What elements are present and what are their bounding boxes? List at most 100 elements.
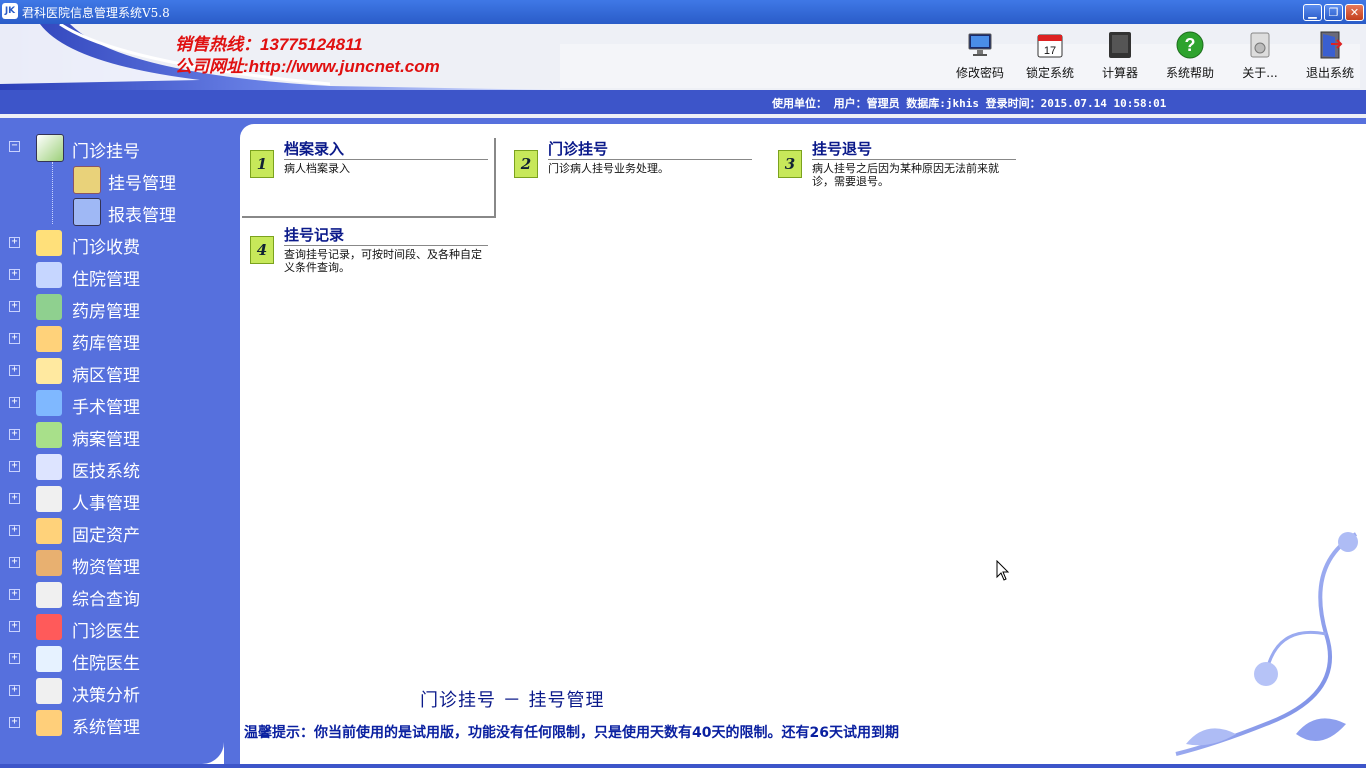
card-title: 门诊挂号: [548, 140, 752, 160]
function-card-cancel-registration[interactable]: 3 挂号退号 病人挂号之后因为某种原因无法前来就诊，需要退号。: [770, 138, 1050, 208]
expand-toggle[interactable]: +: [9, 621, 20, 632]
tree-node-label: 药房管理: [72, 302, 140, 322]
personnel-icon: [36, 486, 62, 512]
tree-node-label: 药库管理: [72, 334, 140, 354]
tree-node-registration-management[interactable]: 挂号管理: [0, 164, 224, 196]
bottom-border: [0, 764, 1366, 768]
expand-toggle[interactable]: +: [9, 717, 20, 728]
sales-hotline: 销售热线：13775124811 公司网址:http://www.juncnet…: [175, 34, 440, 78]
tree-node-label: 医技系统: [72, 462, 140, 482]
expand-toggle[interactable]: +: [9, 397, 20, 408]
calculator-button[interactable]: 计算器: [1085, 30, 1155, 81]
tree-node-outpatient-billing[interactable]: + 门诊收费: [0, 228, 224, 260]
mouse-cursor-icon: [996, 560, 1010, 581]
card-title: 档案录入: [284, 140, 488, 160]
hospital-icon: [36, 262, 62, 288]
tree-node-label: 挂号管理: [108, 174, 176, 194]
tree-node-label: 综合查询: [72, 590, 140, 610]
tree-node-ward[interactable]: + 病区管理: [0, 356, 224, 388]
card-number: 3: [778, 150, 802, 178]
svg-text:?: ?: [1185, 35, 1196, 55]
tree-node-materials[interactable]: + 物资管理: [0, 548, 224, 580]
tree-node-label: 住院医生: [72, 654, 140, 674]
function-card-registration-records[interactable]: 4 挂号记录 查询挂号记录，可按时间段、及各种自定义条件查询。: [242, 224, 502, 294]
tree-node-label: 物资管理: [72, 558, 140, 578]
tree-node-label: 住院管理: [72, 270, 140, 290]
pharmacy-icon: [36, 294, 62, 320]
card-title: 挂号退号: [812, 140, 1016, 160]
expand-toggle[interactable]: +: [9, 237, 20, 248]
close-button[interactable]: ✕: [1345, 4, 1364, 21]
expand-toggle[interactable]: +: [9, 557, 20, 568]
tree-node-inpatient-doctor[interactable]: + 住院医生: [0, 644, 224, 676]
tree-node-label: 门诊挂号: [72, 142, 140, 162]
change-password-button[interactable]: 修改密码: [945, 30, 1015, 81]
tree-node-outpatient-registration[interactable]: − 门诊挂号: [0, 132, 224, 164]
sidebar: − 门诊挂号 挂号管理 报表管理 + 门诊收费 + 住院管理 + 药房管理 + …: [0, 118, 232, 764]
tree-node-personnel[interactable]: + 人事管理: [0, 484, 224, 516]
help-icon: ?: [1176, 31, 1204, 59]
warehouse-icon: [36, 326, 62, 352]
card-number: 1: [250, 150, 274, 178]
exit-system-button[interactable]: 退出系统: [1295, 30, 1365, 81]
expand-toggle[interactable]: +: [9, 301, 20, 312]
expand-toggle[interactable]: +: [9, 365, 20, 376]
website-text: 公司网址:http://www.juncnet.com: [175, 57, 440, 76]
materials-icon: [36, 550, 62, 576]
tree-node-label: 门诊医生: [72, 622, 140, 642]
doctor-icon: [36, 614, 62, 640]
minimize-button[interactable]: ▁: [1303, 4, 1322, 21]
expand-toggle[interactable]: +: [9, 333, 20, 344]
collapse-toggle[interactable]: −: [9, 141, 20, 152]
tree-node-fixed-assets[interactable]: + 固定资产: [0, 516, 224, 548]
surgery-icon: [36, 390, 62, 416]
expand-toggle[interactable]: +: [9, 461, 20, 472]
expand-toggle[interactable]: +: [9, 525, 20, 536]
tree-node-medtech[interactable]: + 医技系统: [0, 452, 224, 484]
expand-toggle[interactable]: +: [9, 429, 20, 440]
expand-toggle[interactable]: +: [9, 653, 20, 664]
lock-system-button[interactable]: 17 锁定系统: [1015, 30, 1085, 81]
function-card-archive-entry[interactable]: 1 档案录入 病人档案录入: [242, 138, 496, 218]
tree-node-label: 报表管理: [108, 206, 176, 226]
tree-node-decision-analysis[interactable]: + 决策分析: [0, 676, 224, 708]
inpatient-doctor-icon: [36, 646, 62, 672]
card-description: 门诊病人挂号业务处理。: [548, 162, 669, 175]
expand-toggle[interactable]: +: [9, 493, 20, 504]
calendar-day: 17: [1044, 45, 1056, 57]
function-card-outpatient-registration[interactable]: 2 门诊挂号 门诊病人挂号业务处理。: [506, 138, 766, 208]
tree-node-label: 固定资产: [72, 526, 140, 546]
tree-node-query[interactable]: + 综合查询: [0, 580, 224, 612]
tree-node-drug-warehouse[interactable]: + 药库管理: [0, 324, 224, 356]
monitor-icon: [968, 33, 992, 56]
expand-toggle[interactable]: +: [9, 685, 20, 696]
main-frame: 1 档案录入 病人档案录入 2 门诊挂号 门诊病人挂号业务处理。 3 挂号退号 …: [224, 118, 1366, 764]
tree-node-pharmacy[interactable]: + 药房管理: [0, 292, 224, 324]
tree-node-surgery[interactable]: + 手术管理: [0, 388, 224, 420]
card-title: 挂号记录: [284, 226, 488, 246]
tree-node-system-management[interactable]: + 系统管理: [0, 708, 224, 740]
trial-notice: 温馨提示：你当前使用的是试用版，功能没有任何限制，只是使用天数有40天的限制。还…: [244, 725, 899, 741]
main-content: 1 档案录入 病人档案录入 2 门诊挂号 门诊病人挂号业务处理。 3 挂号退号 …: [240, 124, 1366, 764]
toolbar-label: 系统帮助: [1165, 66, 1214, 80]
tree-node-inpatient[interactable]: + 住院管理: [0, 260, 224, 292]
tree-node-report-management[interactable]: 报表管理: [0, 196, 224, 228]
expand-toggle[interactable]: +: [9, 269, 20, 280]
tree-node-outpatient-doctor[interactable]: + 门诊医生: [0, 612, 224, 644]
tree-node-label: 门诊收费: [72, 238, 140, 258]
registration-icon: [36, 134, 64, 162]
restore-button[interactable]: ❐: [1324, 4, 1343, 21]
toolbar-label: 退出系统: [1305, 66, 1354, 80]
tree-node-medical-records[interactable]: + 病案管理: [0, 420, 224, 452]
title-bar: JK 君科医院信息管理系统V5.8 ▁ ❐ ✕: [0, 0, 1366, 24]
system-help-button[interactable]: ? 系统帮助: [1155, 30, 1225, 81]
cashier-icon: [36, 230, 62, 256]
toolbar: 修改密码 17 锁定系统 计算器 ? 系统帮助 关于... 退出系统: [945, 30, 1365, 81]
about-button[interactable]: 关于...: [1225, 30, 1295, 81]
app-icon: JK: [2, 3, 18, 19]
expand-toggle[interactable]: +: [9, 589, 20, 600]
card-description: 查询挂号记录，可按时间段、及各种自定义条件查询。: [284, 248, 482, 274]
ward-icon: [36, 358, 62, 384]
toolbar-label: 锁定系统: [1025, 66, 1074, 80]
session-info: 使用单位： 用户：管理员 数据库:jkhis 登录时间：2015.07.14 1…: [772, 97, 1167, 110]
